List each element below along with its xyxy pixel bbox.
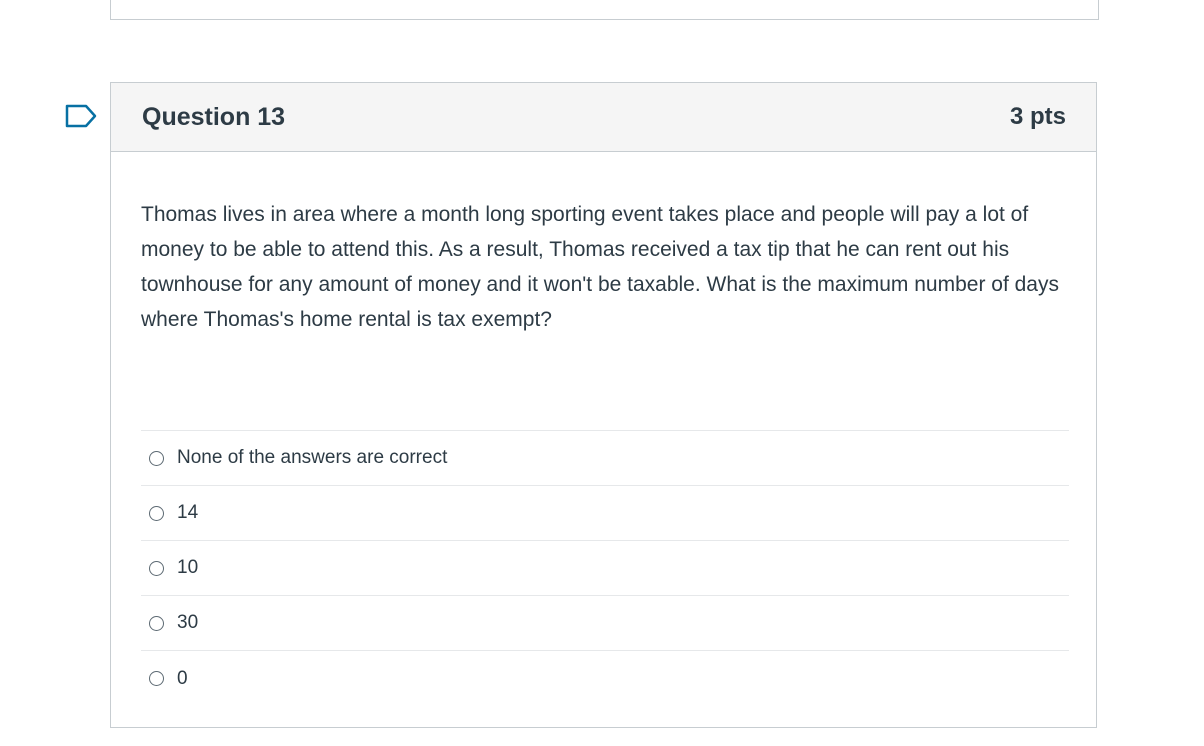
- question-card: Question 13 3 pts Thomas lives in area w…: [110, 82, 1097, 728]
- question-body: Thomas lives in area where a month long …: [111, 152, 1096, 706]
- answer-list: None of the answers are correct 14 10 30…: [141, 430, 1069, 706]
- radio-unchecked-icon[interactable]: [149, 615, 164, 631]
- question-points: 3 pts: [1009, 103, 1066, 130]
- radio-unchecked-icon[interactable]: [149, 671, 164, 686]
- quiz-page: Question 13 3 pts Thomas lives in area w…: [0, 0, 1204, 746]
- answer-label: 14: [177, 502, 199, 523]
- answer-option[interactable]: 30: [141, 596, 1069, 651]
- answer-option[interactable]: 14: [141, 486, 1069, 541]
- answer-option[interactable]: 0: [141, 651, 1069, 706]
- answer-label: 30: [177, 612, 199, 633]
- question-text: Thomas lives in area where a month long …: [141, 203, 1059, 331]
- radio-unchecked-icon[interactable]: [149, 560, 164, 576]
- answer-option[interactable]: None of the answers are correct: [141, 431, 1069, 486]
- bookmark-flag-icon: [65, 104, 97, 128]
- answer-label: 10: [177, 557, 199, 578]
- answer-label: 0: [177, 667, 188, 689]
- question-header: Question 13 3 pts: [111, 83, 1096, 152]
- answer-option[interactable]: 10: [141, 541, 1069, 596]
- flag-question-button[interactable]: [64, 103, 98, 129]
- radio-unchecked-icon[interactable]: [149, 450, 164, 466]
- answer-label: None of the answers are correct: [177, 447, 448, 468]
- previous-question-card: [110, 0, 1099, 20]
- radio-unchecked-icon[interactable]: [149, 505, 164, 521]
- question-title: Question 13: [142, 102, 286, 131]
